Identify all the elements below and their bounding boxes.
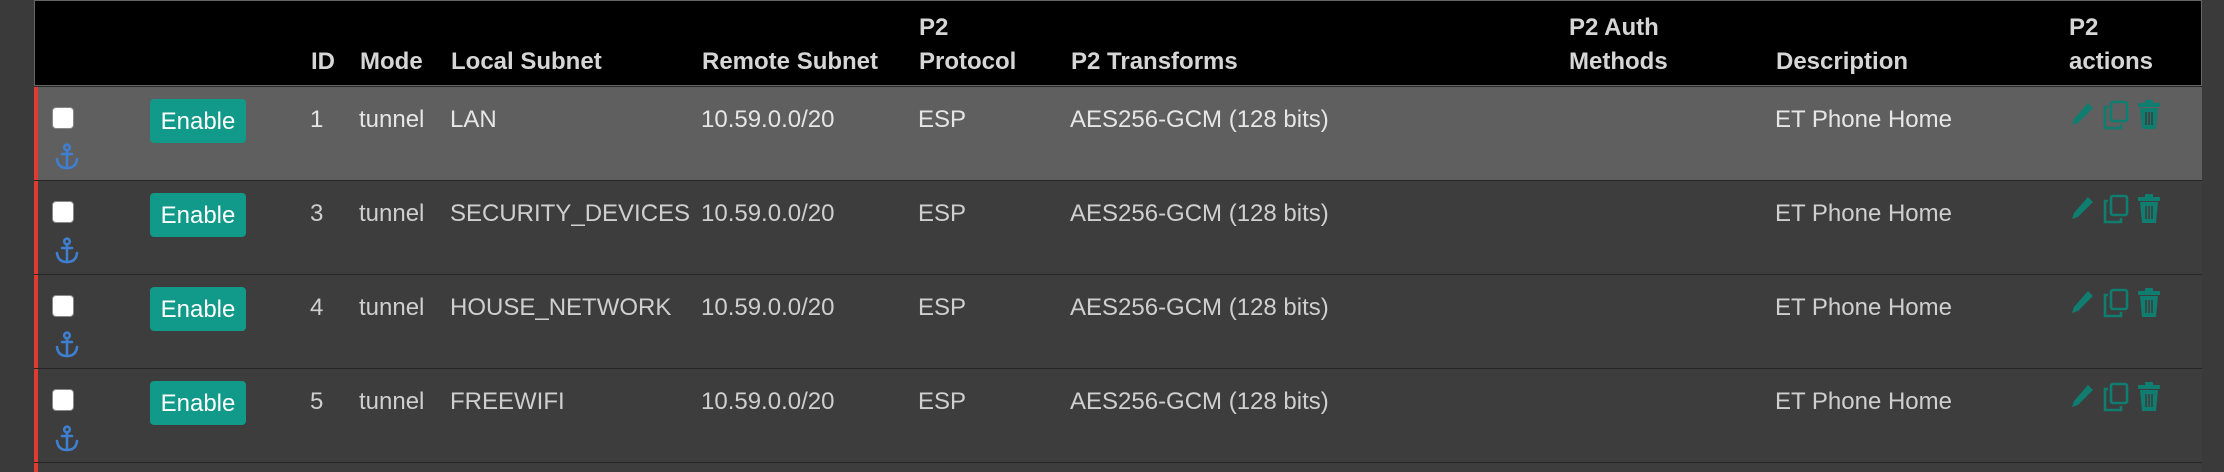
enable-button[interactable]: Enable: [150, 193, 246, 237]
col-id-header: ID: [311, 48, 335, 75]
cell-protocol: ESP: [918, 388, 967, 415]
col-p2-protocol-header-line1: P2: [919, 14, 949, 41]
ipsec-phase2-table-view: ID Mode Local Subnet Remote Subnet P2 Pr…: [0, 0, 2224, 472]
disabled-indicator: [34, 181, 38, 274]
cell-id: 5: [310, 388, 324, 415]
cell-description: ET Phone Home: [1775, 200, 1952, 227]
enable-button[interactable]: Enable: [150, 287, 246, 331]
table-row: Enable 5 tunnel FREEWIFI 10.59.0.0/20 ES…: [34, 368, 2202, 462]
right-gutter: [2202, 0, 2224, 472]
col-p2-auth-header-line2: Methods: [1569, 48, 1668, 75]
enable-button[interactable]: Enable: [150, 381, 246, 425]
col-p2-protocol-header-line2: Protocol: [919, 48, 1017, 75]
left-gutter: [0, 0, 34, 472]
cell-transforms: AES256-GCM (128 bits): [1070, 294, 1329, 321]
cell-local-subnet: LAN: [450, 106, 497, 133]
cell-transforms: AES256-GCM (128 bits): [1070, 106, 1329, 133]
disabled-indicator: [34, 87, 38, 180]
enable-button[interactable]: Enable: [150, 99, 246, 143]
trash-icon[interactable]: [2135, 381, 2163, 413]
cell-protocol: ESP: [918, 294, 967, 321]
copy-icon[interactable]: [2102, 381, 2130, 413]
cell-description: ET Phone Home: [1775, 294, 1952, 321]
cell-remote-subnet: 10.59.0.0/20: [701, 200, 835, 227]
anchor-icon[interactable]: [54, 237, 80, 265]
cell-local-subnet: SECURITY_DEVICES: [450, 200, 691, 227]
cell-remote-subnet: 10.59.0.0/20: [701, 388, 835, 415]
col-remote-subnet-header: Remote Subnet: [702, 48, 879, 75]
trash-icon[interactable]: [2135, 99, 2163, 131]
cell-transforms: AES256-GCM (128 bits): [1070, 200, 1329, 227]
pencil-icon[interactable]: [2068, 99, 2096, 131]
trash-icon[interactable]: [2135, 287, 2163, 319]
cell-remote-subnet: 10.59.0.0/20: [701, 294, 835, 321]
pencil-icon[interactable]: [2068, 287, 2096, 319]
table-row-partial: [34, 462, 2202, 472]
col-p2-transforms-header: P2 Transforms: [1071, 48, 1238, 75]
table-header: ID Mode Local Subnet Remote Subnet P2 Pr…: [34, 0, 2202, 86]
cell-description: ET Phone Home: [1775, 388, 1952, 415]
row-select-checkbox[interactable]: [52, 295, 74, 317]
copy-icon[interactable]: [2102, 99, 2130, 131]
cell-id: 1: [310, 106, 324, 133]
cell-mode: tunnel: [359, 388, 425, 415]
table-row: Enable 4 tunnel HOUSE_NETWORK 10.59.0.0/…: [34, 274, 2202, 368]
col-mode-header: Mode: [360, 48, 423, 75]
phase2-table: ID Mode Local Subnet Remote Subnet P2 Pr…: [34, 0, 2202, 472]
col-p2-actions-header-line2: actions: [2069, 48, 2154, 75]
trash-icon[interactable]: [2135, 193, 2163, 225]
col-local-subnet-header: Local Subnet: [451, 48, 602, 75]
disabled-indicator: [34, 463, 38, 472]
pencil-icon[interactable]: [2068, 193, 2096, 225]
table-row: Enable 3 tunnel SECURITY_DEVICES 10.59.0…: [34, 180, 2202, 274]
cell-mode: tunnel: [359, 200, 425, 227]
cell-protocol: ESP: [918, 106, 967, 133]
anchor-icon[interactable]: [54, 425, 80, 453]
cell-mode: tunnel: [359, 294, 425, 321]
copy-icon[interactable]: [2102, 287, 2130, 319]
row-select-checkbox[interactable]: [52, 201, 74, 223]
disabled-indicator: [34, 275, 38, 368]
cell-local-subnet: HOUSE_NETWORK: [450, 294, 672, 321]
anchor-icon[interactable]: [54, 143, 80, 171]
copy-icon[interactable]: [2102, 193, 2130, 225]
col-p2-auth-header-line1: P2 Auth: [1569, 14, 1659, 41]
cell-id: 3: [310, 200, 324, 227]
col-p2-actions-header-line1: P2: [2069, 14, 2099, 41]
cell-description: ET Phone Home: [1775, 106, 1952, 133]
cell-transforms: AES256-GCM (128 bits): [1070, 388, 1329, 415]
anchor-icon[interactable]: [54, 331, 80, 359]
row-select-checkbox[interactable]: [52, 389, 74, 411]
cell-local-subnet: FREEWIFI: [450, 388, 565, 415]
cell-id: 4: [310, 294, 324, 321]
row-select-checkbox[interactable]: [52, 107, 74, 129]
table-body: Enable 1 tunnel LAN 10.59.0.0/20 ESP AES…: [34, 86, 2202, 472]
cell-mode: tunnel: [359, 106, 425, 133]
disabled-indicator: [34, 369, 38, 462]
pencil-icon[interactable]: [2068, 381, 2096, 413]
col-description-header: Description: [1776, 48, 1909, 75]
cell-remote-subnet: 10.59.0.0/20: [701, 106, 835, 133]
table-row: Enable 1 tunnel LAN 10.59.0.0/20 ESP AES…: [34, 86, 2202, 180]
cell-protocol: ESP: [918, 200, 967, 227]
